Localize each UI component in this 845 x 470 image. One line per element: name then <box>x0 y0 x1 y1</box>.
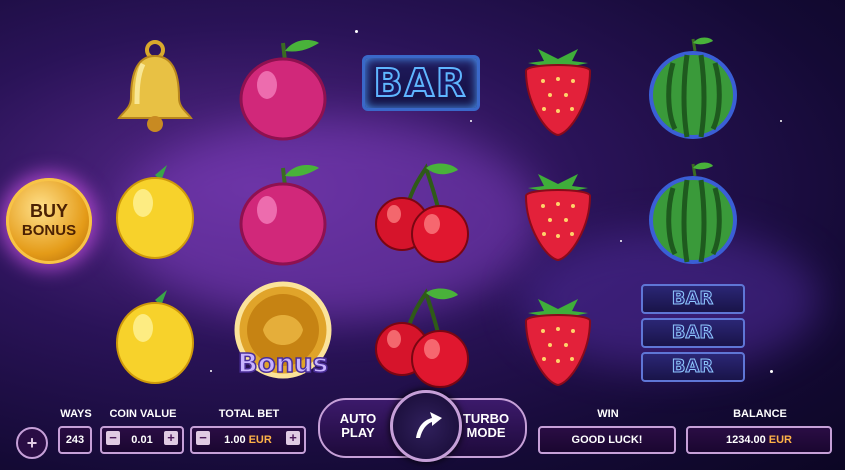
lemon-symbol <box>92 275 217 400</box>
spin-arrow-icon <box>416 412 442 438</box>
total-bet-currency: EUR <box>248 434 272 446</box>
ways-label: WAYS <box>60 408 92 420</box>
coin-value-label: COIN VALUE <box>109 408 177 420</box>
bar-text: BAR <box>373 60 468 106</box>
bell-symbol <box>92 25 217 150</box>
turbo-mode-button[interactable]: TURBO MODE <box>456 412 516 440</box>
coin-value-text: 0.01 <box>131 434 153 446</box>
win-display: GOOD LUCK! <box>538 426 676 454</box>
cherry-symbol <box>358 275 483 400</box>
reel-3: BAR <box>358 25 483 400</box>
turbo-line1: TURBO <box>462 411 510 426</box>
bar-logo: BAR <box>361 54 480 111</box>
cherry-symbol <box>358 150 483 275</box>
coin-value-field: − 0.01 + <box>100 426 184 454</box>
plum-symbol <box>220 25 345 150</box>
bonus-symbol: Bonus <box>220 275 345 400</box>
strawberry-symbol <box>495 275 620 400</box>
plus-icon: + <box>26 432 38 453</box>
total-bet-field: − 1.00 EUR + <box>190 426 306 454</box>
balance-currency: EUR <box>768 434 792 446</box>
auto-play-line2: PLAY <box>341 425 375 440</box>
triple-bar-symbol: BAR BAR BAR <box>630 270 755 395</box>
ways-value-text: 243 <box>65 434 85 446</box>
bar-tile: BAR <box>640 351 745 382</box>
bar-symbol: BAR <box>358 20 483 145</box>
watermelon-symbol <box>630 25 755 150</box>
star <box>620 240 622 242</box>
reel-4 <box>495 25 620 400</box>
lemon-symbol <box>92 150 217 275</box>
coin-minus-button[interactable]: − <box>106 431 120 445</box>
buy-bonus-line1: BUY <box>29 201 68 221</box>
bar-stack: BAR BAR BAR <box>640 283 745 382</box>
star <box>770 370 773 373</box>
strawberry-symbol <box>495 25 620 150</box>
balance-label: BALANCE <box>733 408 787 420</box>
auto-play-button[interactable]: AUTO PLAY <box>328 412 388 440</box>
spin-button[interactable] <box>390 390 462 462</box>
ways-value: 243 <box>58 426 92 454</box>
reel-2: Bonus <box>220 25 345 400</box>
win-value: GOOD LUCK! <box>571 434 643 446</box>
total-bet-label: TOTAL BET <box>218 408 280 420</box>
star <box>780 120 782 122</box>
balance-value: 1234.00 <box>726 434 766 446</box>
balance-display: 1234.00 EUR <box>686 426 832 454</box>
bonus-text: Bonus <box>237 349 327 379</box>
reel-1 <box>92 25 217 400</box>
menu-plus-button[interactable]: + <box>16 427 48 459</box>
bet-plus-button[interactable]: + <box>286 431 300 445</box>
bar-text: BAR <box>671 356 714 378</box>
reel-5: BAR BAR BAR <box>630 25 755 400</box>
bet-minus-button[interactable]: − <box>196 431 210 445</box>
auto-play-line1: AUTO <box>339 411 377 426</box>
buy-bonus-line2: BONUS <box>21 222 77 239</box>
watermelon-symbol <box>630 150 755 275</box>
plum-symbol <box>220 150 345 275</box>
bar-text: BAR <box>671 322 714 344</box>
win-label: WIN <box>597 408 619 420</box>
bar-tile: BAR <box>640 317 745 348</box>
bar-tile: BAR <box>640 283 745 314</box>
buy-bonus-button[interactable]: BUY BONUS <box>6 178 92 264</box>
total-bet-text: 1.00 <box>224 434 246 446</box>
turbo-line2: MODE <box>466 425 506 440</box>
bar-text: BAR <box>671 288 714 310</box>
coin-plus-button[interactable]: + <box>164 431 178 445</box>
strawberry-symbol <box>495 150 620 275</box>
